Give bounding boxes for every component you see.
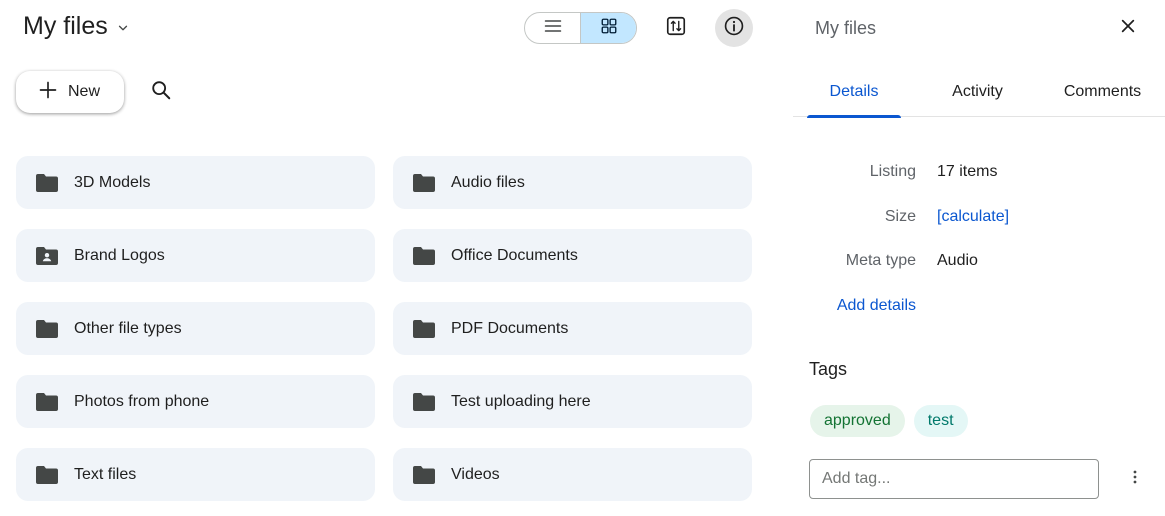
folder-icon [413,246,435,265]
folder-item[interactable]: Text files [16,448,375,501]
folder-icon [36,465,58,484]
close-icon [1120,18,1136,39]
folder-name: Office Documents [451,246,578,264]
search-icon [150,79,172,106]
folder-name: PDF Documents [451,319,569,337]
folder-item[interactable]: PDF Documents [393,302,752,355]
folder-icon [36,173,58,192]
folder-item[interactable]: Videos [393,448,752,501]
info-icon [723,15,745,42]
calculate-size-link[interactable]: [calculate] [937,208,1009,226]
folder-grid: 3D Models Audio files Brand Logos Office… [16,156,752,501]
folder-name: 3D Models [74,173,151,191]
folder-item[interactable]: Other file types [16,302,375,355]
tab-details[interactable]: Details [793,70,915,118]
tag-chip-test[interactable]: test [913,405,968,437]
size-label: Size [884,208,916,225]
shared-folder-icon [36,246,58,265]
folder-icon [413,319,435,338]
list-view-button[interactable] [525,13,580,43]
folder-icon [413,392,435,411]
tab-comments[interactable]: Comments [1040,70,1165,117]
folder-item[interactable]: Brand Logos [16,229,375,282]
folder-icon [36,392,58,411]
folder-name: Test uploading here [451,392,591,410]
folder-name: Videos [451,465,500,483]
folder-icon [36,319,58,338]
folder-name: Audio files [451,173,525,191]
folder-item[interactable]: Audio files [393,156,752,209]
tab-activity[interactable]: Activity [915,70,1040,117]
tag-list: approved test [810,405,968,437]
folder-name: Text files [74,465,137,483]
listing-label: Listing [869,163,916,180]
add-tag-input[interactable] [809,459,1099,499]
folder-item[interactable]: 3D Models [16,156,375,209]
meta-type-value: Audio [937,252,978,269]
plus-icon [38,80,58,105]
grid-view-button[interactable] [580,13,636,43]
folder-item[interactable]: Test uploading here [393,375,752,428]
panel-tabs: Details Activity Comments [793,70,1165,118]
more-vert-icon [1132,469,1138,490]
folder-item[interactable]: Office Documents [393,229,752,282]
folder-icon [413,465,435,484]
page-title: My files [23,12,108,40]
folder-name: Other file types [74,319,182,337]
more-options-button[interactable] [1123,464,1147,494]
new-button-label: New [68,83,101,100]
add-details-link[interactable]: Add details [837,297,916,315]
chevron-down-icon [116,21,130,35]
sort-options-icon [665,15,687,42]
new-button[interactable]: New [16,71,124,113]
tag-chip-approved[interactable]: approved [810,405,905,437]
view-toggle [524,12,637,44]
folder-name: Brand Logos [74,246,165,264]
info-button[interactable] [715,9,753,47]
meta-type-label: Meta type [845,252,916,269]
list-view-icon [543,16,563,41]
folder-icon [413,173,435,192]
tags-heading: Tags [809,359,848,379]
details-panel: My files Details Activity Comments Listi… [793,0,1165,516]
main-area: My files New 3D Models Audio files Brand… [0,0,777,516]
folder-item[interactable]: Photos from phone [16,375,375,428]
close-button[interactable] [1113,13,1143,43]
sort-options-button[interactable] [657,9,695,47]
listing-value: 17 items [937,163,998,180]
grid-view-icon [600,17,618,40]
folder-name: Photos from phone [74,392,210,410]
panel-title: My files [815,18,877,38]
location-dropdown[interactable]: My files [23,12,130,41]
search-button[interactable] [142,73,180,111]
